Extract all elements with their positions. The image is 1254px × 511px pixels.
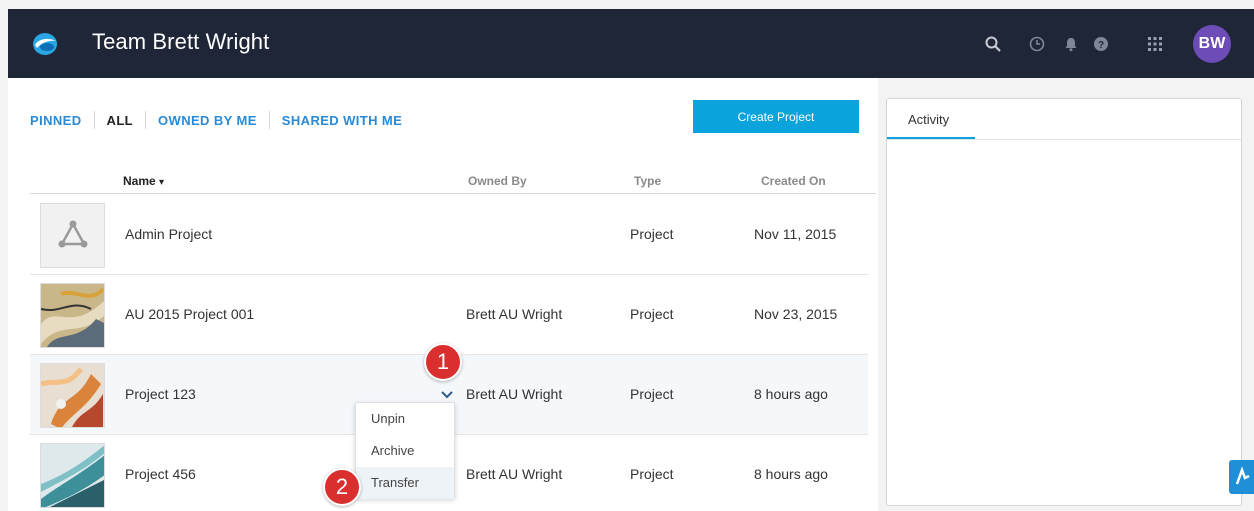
project-thumbnail <box>40 283 105 348</box>
filter-divider <box>93 111 95 129</box>
project-name[interactable]: Project 456 <box>125 466 196 482</box>
menu-item-archive[interactable]: Archive <box>356 435 454 467</box>
feedback-widget-button[interactable] <box>1229 460 1254 494</box>
project-name[interactable]: Admin Project <box>125 226 212 242</box>
bell-icon[interactable] <box>1062 35 1080 53</box>
step-callout-1: 1 <box>424 343 462 381</box>
filter-owned-by-me[interactable]: OWNED BY ME <box>158 113 257 128</box>
top-navigation-bar: Team Brett Wright ? BW <box>8 9 1254 78</box>
project-created-on: Nov 11, 2015 <box>754 226 837 242</box>
project-actions-menu: Unpin Archive Transfer <box>355 402 455 499</box>
app-logo-icon[interactable] <box>32 31 58 57</box>
svg-text:?: ? <box>1098 40 1104 51</box>
user-avatar[interactable]: BW <box>1193 25 1231 63</box>
clock-icon[interactable] <box>1028 35 1046 53</box>
table-header: Name ▾ Owned By Type Created On <box>30 174 876 194</box>
filter-pinned[interactable]: PINNED <box>30 113 82 128</box>
column-header-name[interactable]: Name ▾ <box>123 174 164 188</box>
step-callout-2: 2 <box>323 468 361 506</box>
project-created-on: 8 hours ago <box>754 466 828 482</box>
create-project-button[interactable]: Create Project <box>693 100 859 133</box>
project-owner: Brett AU Wright <box>466 386 563 402</box>
project-type: Project <box>630 386 674 402</box>
help-icon[interactable]: ? <box>1092 35 1110 53</box>
filter-divider <box>268 111 270 129</box>
apps-grid-icon[interactable] <box>1146 35 1164 53</box>
project-placeholder-icon <box>58 220 88 248</box>
filter-shared-with-me[interactable]: SHARED WITH ME <box>282 113 402 128</box>
page: Team Brett Wright ? BW PINNED ALL OWNED … <box>0 0 1254 511</box>
project-thumbnail <box>40 443 105 508</box>
project-name[interactable]: Project 123 <box>125 386 196 402</box>
team-title: Team Brett Wright <box>92 29 270 54</box>
project-created-on: Nov 23, 2015 <box>754 306 838 322</box>
project-name[interactable]: AU 2015 Project 001 <box>125 306 254 322</box>
filter-all[interactable]: ALL <box>107 113 133 128</box>
sort-arrow-icon: ▾ <box>159 177 165 188</box>
project-type: Project <box>630 466 674 482</box>
tab-underline-divider <box>887 139 1241 140</box>
project-type: Project <box>630 306 674 322</box>
menu-item-unpin[interactable]: Unpin <box>356 403 454 435</box>
tab-activity[interactable]: Activity <box>887 99 975 139</box>
project-thumbnail <box>40 363 105 428</box>
project-image <box>41 284 104 347</box>
project-owner: Brett AU Wright <box>466 306 563 322</box>
table-row[interactable]: Admin Project Project Nov 11, 2015 <box>30 195 868 275</box>
column-header-owned-by[interactable]: Owned By <box>468 174 527 188</box>
chevron-down-icon[interactable] <box>441 390 453 400</box>
project-type: Project <box>630 226 674 242</box>
project-image <box>41 364 104 427</box>
project-thumbnail <box>40 203 105 268</box>
column-header-name-label: Name <box>123 174 156 188</box>
column-header-type[interactable]: Type <box>634 174 661 188</box>
project-created-on: 8 hours ago <box>754 386 828 402</box>
project-filter-tabs: PINNED ALL OWNED BY ME SHARED WITH ME <box>30 111 402 129</box>
project-owner: Brett AU Wright <box>466 466 563 482</box>
column-header-created-on[interactable]: Created On <box>761 174 826 188</box>
search-icon[interactable] <box>984 35 1002 53</box>
activity-panel: Activity <box>886 98 1242 506</box>
project-image <box>41 444 104 507</box>
feedback-icon <box>1235 466 1250 485</box>
filter-divider <box>145 111 147 129</box>
menu-item-transfer[interactable]: Transfer <box>356 467 454 499</box>
